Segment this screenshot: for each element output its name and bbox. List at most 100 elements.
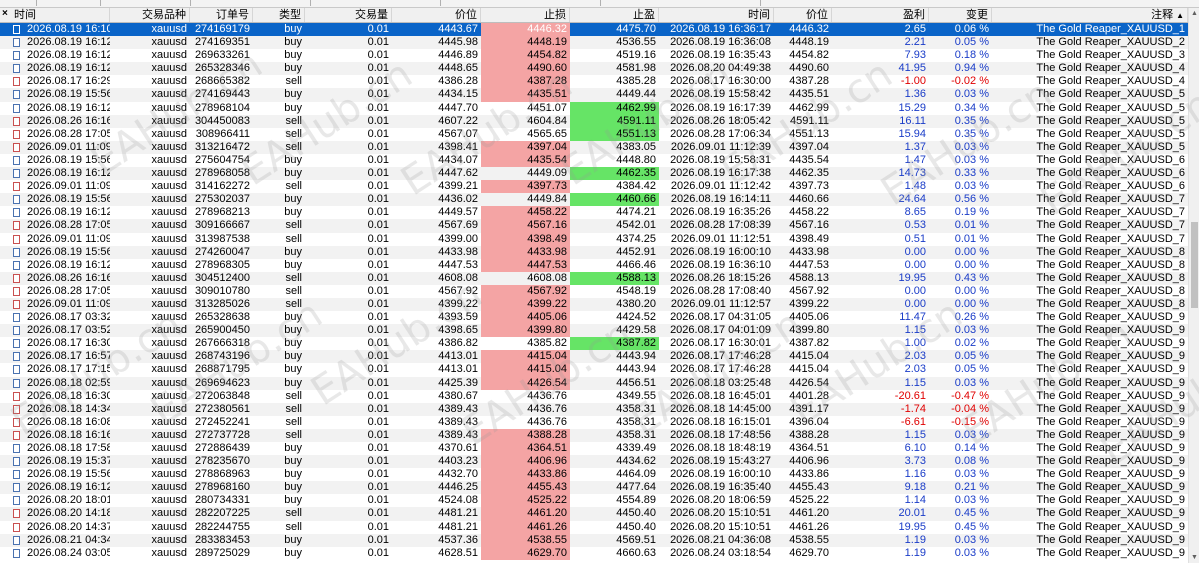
table-row[interactable]: 2026.08.17 16:30:00 xauusd 267666318 buy 0.0… (0, 337, 1188, 351)
col-header-type[interactable]: 类型 (253, 8, 305, 22)
cell-change: 0.94 % (954, 62, 989, 75)
order-document-icon (13, 299, 20, 309)
table-row[interactable]: 2026.09.01 11:09:51 xauusd 313987538 sell 0.… (0, 232, 1188, 246)
col-header-profit[interactable]: 盈利 (832, 8, 929, 22)
scroll-up-icon[interactable]: ▲ (1190, 10, 1199, 17)
table-row[interactable]: 2026.09.01 11:09:50 xauusd 314162272 sell 0.… (0, 180, 1188, 194)
table-row[interactable]: 2026.08.28 17:05:15 xauusd 309010780 sell 0.… (0, 284, 1188, 298)
table-row[interactable]: 2026.08.17 03:52:33 xauusd 265900450 buy 0.0… (0, 324, 1188, 338)
cell-take-profit: 4554.89 (616, 494, 656, 507)
table-row[interactable]: 2026.08.19 16:12:32 xauusd 265328346 buy 0.0… (0, 62, 1188, 76)
table-row[interactable]: 2026.08.19 16:12:32 xauusd 278968213 buy 0.0… (0, 206, 1188, 220)
col-header-change[interactable]: 变更 (929, 8, 992, 22)
cell-take-profit: 4536.55 (616, 36, 656, 49)
table-row[interactable]: 2026.08.19 16:12:24 xauusd 278968160 buy 0.0… (0, 481, 1188, 495)
order-document-icon (13, 378, 20, 388)
table-row[interactable]: 2026.08.28 17:05:15 xauusd 309166667 sell 0.… (0, 219, 1188, 233)
table-row[interactable]: 2026.08.17 16:29:58 xauusd 268665382 sell 0.… (0, 75, 1188, 89)
cell-type: buy (284, 49, 302, 62)
table-row[interactable]: 2026.08.24 03:05:08 xauusd 289725029 buy 0.0… (0, 546, 1188, 560)
table-row[interactable]: 2026.08.19 15:56:32 xauusd 274260047 buy 0.0… (0, 245, 1188, 259)
cell-comment: The Gold Reaper_XAUUSD_5 (1036, 101, 1185, 114)
order-document-icon (13, 142, 20, 152)
col-header-stop-loss[interactable]: 止损 (481, 8, 570, 22)
order-document-icon (13, 313, 20, 323)
cell-open-price: 4434.15 (438, 88, 478, 101)
table-row[interactable]: 2026.08.19 16:12:32 xauusd 278968104 buy 0.0… (0, 101, 1188, 115)
cell-order-id: 272380561 (194, 402, 250, 415)
cell-profit: 19.95 (898, 271, 926, 284)
table-row[interactable]: 2026.08.20 18:01:28 xauusd 280734331 buy 0.0… (0, 494, 1188, 508)
cell-order-id: 313987538 (194, 232, 250, 245)
table-row[interactable]: 2026.08.19 16:12:32 xauusd 278968058 buy 0.0… (0, 167, 1188, 181)
table-row[interactable]: 2026.08.21 04:34:29 xauusd 283383453 buy 0.0… (0, 533, 1188, 547)
col-header-take-profit[interactable]: 止盈 (570, 8, 659, 22)
table-row[interactable]: 2026.08.19 16:12:24 xauusd 269633261 buy 0.0… (0, 49, 1188, 63)
table-row[interactable]: 2026.08.18 17:58:56 xauusd 272886439 buy 0.0… (0, 442, 1188, 456)
cell-volume: 0.01 (367, 153, 389, 166)
cell-order-id: 313216472 (194, 140, 250, 153)
col-header-volume[interactable]: 交易量 (305, 8, 392, 22)
cell-profit: 7.93 (904, 49, 926, 62)
order-document-icon (13, 430, 20, 440)
vertical-scrollbar[interactable]: ▲ ▼ (1188, 8, 1199, 563)
table-row[interactable]: 2026.08.17 17:15:06 xauusd 268871795 buy 0.0… (0, 363, 1188, 377)
col-header-order[interactable]: 订单号 (190, 8, 253, 22)
order-document-icon (13, 417, 20, 427)
cell-close-price: 4454.82 (789, 49, 829, 62)
col-header-close-price[interactable]: 价位 (774, 8, 832, 22)
cell-profit: 1.15 (904, 376, 926, 389)
table-row[interactable]: 2026.08.19 16:10:16 xauusd 274169179 buy 0.0… (0, 23, 1188, 37)
col-header-price[interactable]: 价位 (392, 8, 481, 22)
table-row[interactable]: 2026.08.19 16:12:32 xauusd 278968305 buy 0.0… (0, 258, 1188, 272)
cell-close-time: 2026.08.19 16:17:39 (670, 101, 771, 114)
col-header-symbol[interactable]: 交易品种 (110, 8, 190, 22)
table-row[interactable]: 2026.08.19 16:12:24 xauusd 274169351 buy 0.0… (0, 36, 1188, 50)
col-header-comment[interactable]: 注释 ▲ (992, 8, 1188, 22)
cell-comment: The Gold Reaper_XAUUSD_6 (1036, 167, 1185, 180)
cell-open-time: 2026.08.28 17:05:15 (27, 284, 110, 297)
cell-take-profit: 4462.99 (570, 101, 659, 115)
table-row[interactable]: 2026.08.19 15:56:32 xauusd 275604754 buy 0.0… (0, 153, 1188, 168)
table-row[interactable]: 2026.08.28 17:05:15 xauusd 308966411 sell 0.… (0, 127, 1188, 141)
table-row[interactable]: 2026.08.26 16:16:00 xauusd 304512400 sell 0.… (0, 271, 1188, 285)
scroll-down-icon[interactable]: ▼ (1190, 554, 1199, 561)
cell-open-price: 4433.98 (438, 245, 478, 258)
close-icon[interactable]: × (2, 8, 8, 19)
table-row[interactable]: 2026.08.18 14:34:58 xauusd 272380561 sell 0.… (0, 402, 1188, 416)
cell-comment: The Gold Reaper_XAUUSD_5 (1036, 140, 1185, 153)
col-header-time[interactable]: 时间 (11, 8, 110, 22)
document-icon (11, 468, 25, 481)
table-row[interactable]: 2026.08.18 02:59:24 xauusd 269694623 buy 0.0… (0, 376, 1188, 390)
cell-volume: 0.01 (367, 75, 389, 88)
table-row[interactable]: 2026.08.17 03:32:29 xauusd 265328638 buy 0.0… (0, 311, 1188, 325)
scrollbar-thumb[interactable] (1191, 222, 1198, 308)
table-row[interactable]: 2026.08.19 15:56:32 xauusd 274169443 buy 0.0… (0, 88, 1188, 102)
table-row[interactable]: 2026.08.26 16:16:00 xauusd 304450083 sell 0.… (0, 114, 1188, 128)
cell-close-price: 4567.16 (789, 219, 829, 232)
document-icon (11, 285, 25, 298)
cell-close-time: 2026.09.01 11:12:39 (670, 140, 771, 153)
col-header-close-time[interactable]: 时间 (659, 8, 774, 22)
table-row[interactable]: 2026.08.17 16:57:09 xauusd 268743196 buy 0.0… (0, 350, 1188, 364)
table-row[interactable]: 2026.08.18 16:30:17 xauusd 272063848 sell 0.… (0, 390, 1188, 403)
table-row[interactable]: 2026.08.19 15:37:17 xauusd 278235670 buy 0.0… (0, 455, 1188, 469)
document-icon (11, 75, 25, 88)
table-row[interactable]: 2026.09.01 11:09:50 xauusd 313285026 sell 0.… (0, 297, 1188, 312)
table-row[interactable]: 2026.09.01 11:09:51 xauusd 313216472 sell 0.… (0, 140, 1188, 154)
table-row[interactable]: 2026.08.18 16:08:40 xauusd 272452241 sell 0.… (0, 416, 1188, 429)
cell-comment: The Gold Reaper_XAUUSD_9 (1036, 442, 1185, 454)
table-row[interactable]: 2026.08.20 14:18:48 xauusd 282207225 sell 0.… (0, 507, 1188, 521)
table-row[interactable]: 2026.08.19 15:56:33 xauusd 275302037 buy 0.0… (0, 193, 1188, 207)
cell-order-id: 304450083 (194, 114, 250, 127)
cell-open-price: 4399.22 (438, 297, 478, 310)
table-row[interactable]: 2026.08.18 16:16:44 xauusd 272737728 sell 0.… (0, 428, 1188, 442)
table-row[interactable]: 2026.08.20 14:37:48 xauusd 282244755 sell 0.… (0, 520, 1188, 534)
top-toolbar-strip (0, 0, 1199, 8)
cell-symbol: xauusd (151, 311, 187, 324)
cell-stop-loss: 4525.22 (481, 494, 570, 508)
table-row[interactable]: 2026.08.19 15:56:23 xauusd 278868963 buy 0.0… (0, 468, 1188, 482)
cell-open-time: 2026.08.17 16:29:58 (27, 75, 110, 88)
document-icon (11, 246, 25, 259)
document-icon (11, 180, 25, 193)
